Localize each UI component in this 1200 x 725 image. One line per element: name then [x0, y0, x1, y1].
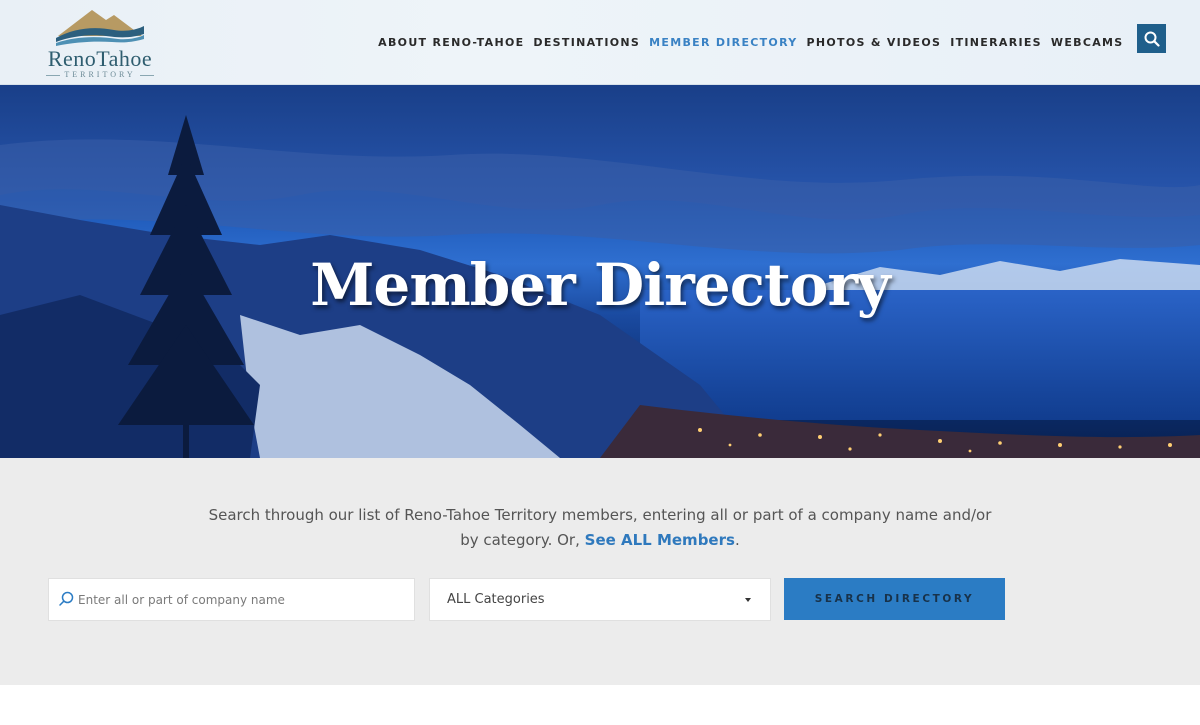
company-name-input[interactable]: [78, 592, 398, 607]
site-search-button[interactable]: [1137, 24, 1166, 53]
search-directory-button[interactable]: SEARCH DIRECTORY: [784, 578, 1005, 620]
main-nav: ABOUT RENO-TAHOE DESTINATIONS MEMBER DIR…: [374, 36, 1128, 49]
logo-tagline: TERRITORY: [36, 70, 164, 79]
nav-item-photos-videos[interactable]: PHOTOS & VIDEOS: [802, 36, 946, 49]
category-select[interactable]: ALL Categories: [429, 578, 771, 621]
caret-down-icon: [745, 598, 751, 602]
nav-item-destinations[interactable]: DESTINATIONS: [529, 36, 645, 49]
search-icon: [1144, 31, 1160, 47]
page-title: Member Directory: [310, 251, 891, 319]
nav-item-member-directory[interactable]: MEMBER DIRECTORY: [645, 36, 802, 49]
mountain-logo-icon: [56, 10, 144, 46]
footer-band: [0, 685, 1200, 725]
intro-text: Search through our list of Reno-Tahoe Te…: [200, 503, 1000, 553]
hero-banner: Member Directory: [0, 85, 1200, 458]
search-icon: [59, 591, 74, 606]
intro-text-after: .: [734, 531, 740, 549]
nav-item-itineraries[interactable]: ITINERARIES: [946, 36, 1047, 49]
see-all-members-link[interactable]: See ALL Members: [585, 531, 735, 549]
category-select-value: ALL Categories: [447, 592, 545, 607]
site-header: RenoTahoe TERRITORY ABOUT RENO-TAHOE DES…: [0, 0, 1200, 85]
logo-wordmark: RenoTahoe: [47, 46, 153, 71]
nav-item-about-reno-tahoe[interactable]: ABOUT RENO-TAHOE: [374, 36, 529, 49]
directory-search-section: Search through our list of Reno-Tahoe Te…: [0, 458, 1200, 685]
nav-item-webcams[interactable]: WEBCAMS: [1046, 36, 1128, 49]
site-logo[interactable]: RenoTahoe TERRITORY: [36, 6, 164, 80]
company-search-field[interactable]: [48, 578, 415, 621]
